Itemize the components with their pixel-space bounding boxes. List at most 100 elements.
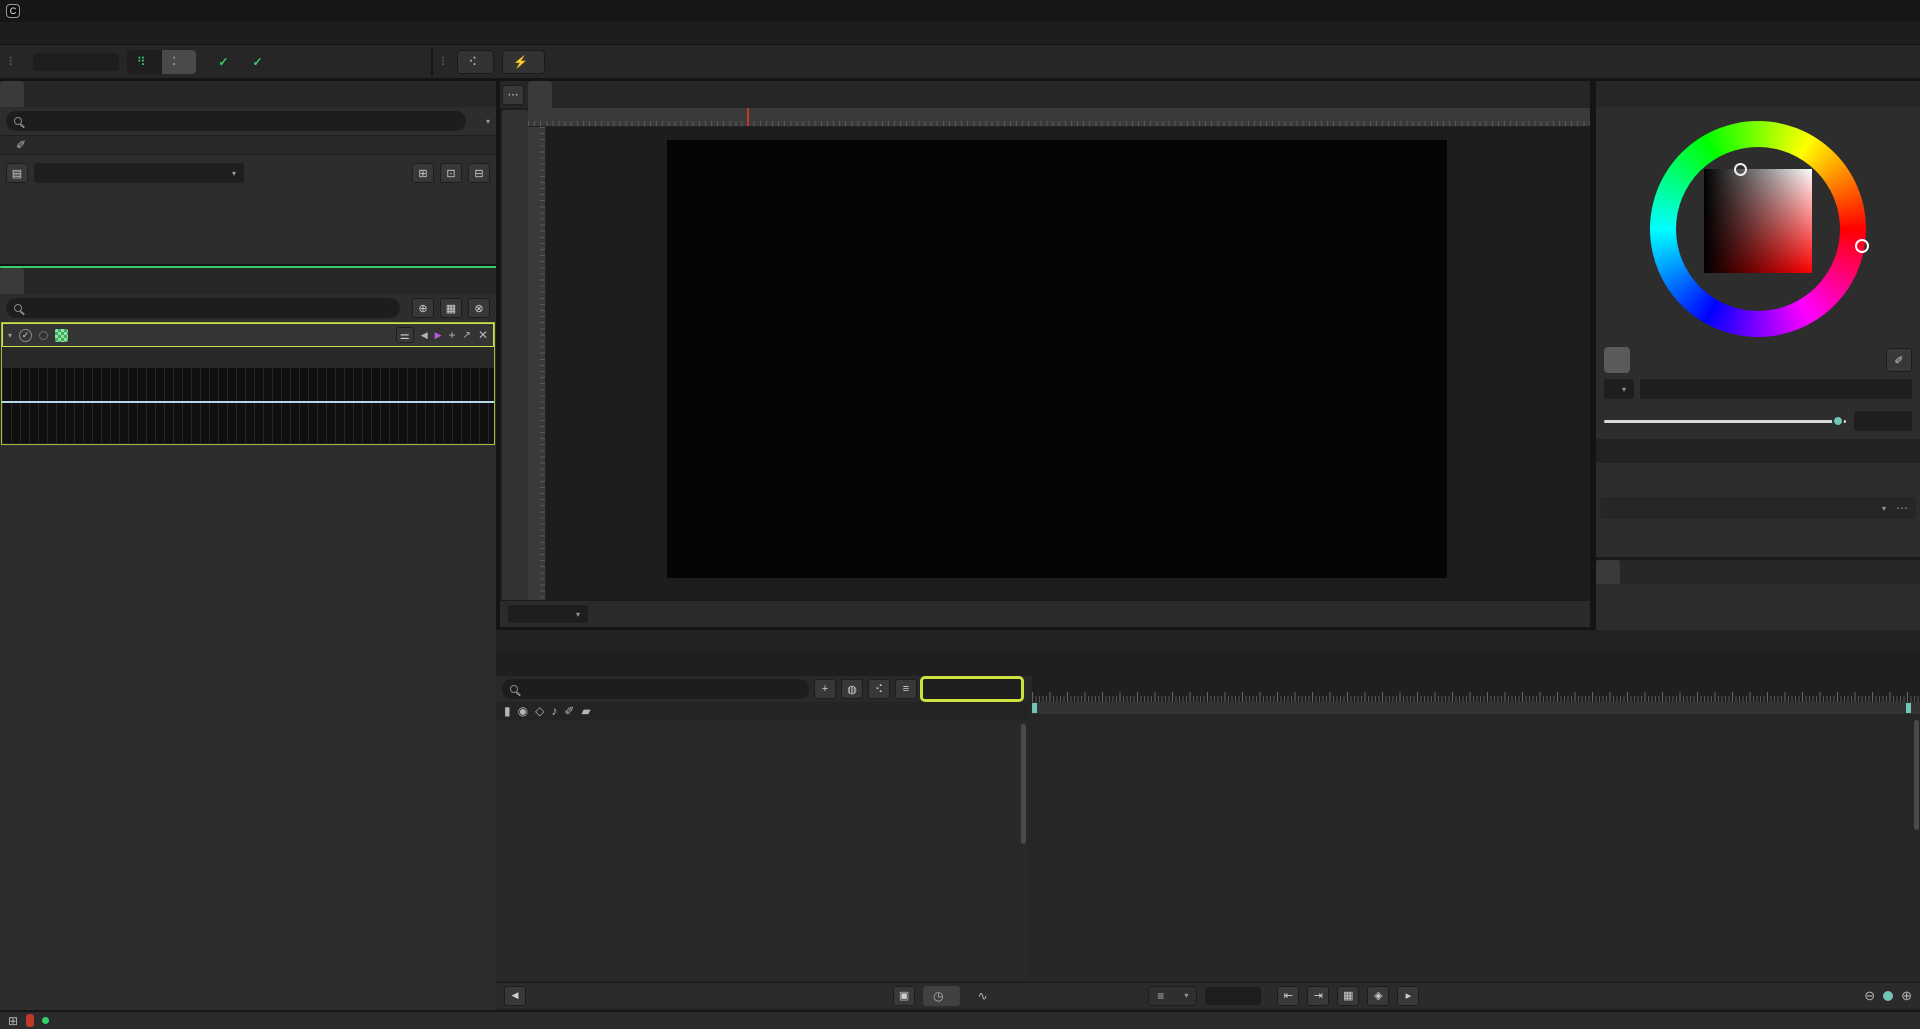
lightning-icon: ⚡ bbox=[513, 55, 528, 69]
pop-out-icon[interactable]: ↗ bbox=[463, 330, 471, 341]
keyframe-layer-dropdown[interactable]: ≡ ▾ bbox=[1148, 986, 1197, 1006]
chevron-down-icon[interactable]: ▾ bbox=[8, 331, 12, 340]
list-options-icon[interactable]: ≡ bbox=[895, 679, 917, 699]
time-editor-button[interactable]: ◷ bbox=[923, 986, 959, 1006]
sv-square[interactable] bbox=[1704, 169, 1812, 273]
color-panel: ✐ ▾ ▾ ⋯ bbox=[1596, 81, 1920, 648]
current-color-swatch bbox=[1604, 347, 1630, 373]
maximize-button[interactable] bbox=[1832, 0, 1872, 22]
reveal-icon[interactable]: ⊡ bbox=[440, 163, 462, 183]
viewport-panel: ⋯ ▾ bbox=[500, 81, 1590, 627]
minimize-button[interactable] bbox=[1784, 0, 1824, 22]
attribute-editor-panel: ⊕ ▦ ⊗ ▾ ✓ ⚌ ◀ ▶ + ↗ ✕ bbox=[0, 266, 496, 1010]
scene-scrollbar[interactable] bbox=[1021, 724, 1026, 844]
close-button[interactable] bbox=[1880, 0, 1920, 22]
project-set-dropdown[interactable]: ▾ bbox=[34, 163, 244, 183]
prev-node-icon[interactable]: ◀ bbox=[421, 330, 428, 341]
group-toggle-button[interactable]: ⠻ bbox=[127, 50, 162, 74]
layer-search-input[interactable] bbox=[502, 679, 809, 699]
timeline-ruler[interactable] bbox=[1032, 676, 1920, 702]
timeline-scrollbar[interactable] bbox=[1914, 720, 1919, 830]
composition-canvas[interactable] bbox=[667, 140, 1447, 578]
toolbar: ⠇ ⠻ ⠅ ✓ ✓ ⠇ ⠪ bbox=[0, 44, 1920, 80]
sv-handle[interactable] bbox=[1734, 163, 1747, 176]
align-keys-left-icon[interactable]: ⇤ bbox=[1277, 986, 1299, 1006]
alpha-slider[interactable] bbox=[1604, 420, 1846, 423]
hue-handle[interactable] bbox=[1855, 239, 1869, 253]
trash-icon[interactable]: ⊟ bbox=[468, 163, 490, 183]
scatter-filter-icon[interactable]: ⠪ bbox=[868, 679, 890, 699]
grid-snap-icon[interactable]: ▦ bbox=[1337, 986, 1359, 1006]
sort-order-dropdown[interactable]: ▾ bbox=[478, 117, 490, 126]
clear-search-icon[interactable]: ⊗ bbox=[468, 298, 490, 318]
add-layer-button[interactable]: + bbox=[814, 679, 836, 699]
node-enabled-checkbox[interactable]: ✓ bbox=[19, 329, 32, 342]
lock-column-icon: ▮ bbox=[504, 704, 511, 718]
dock-footer: ◀ ▣ ◷ ∿ ≡ ▾ ⇤ ⇥ bbox=[496, 982, 1920, 1008]
chevron-down-icon: ▾ bbox=[1622, 385, 1626, 394]
alpha-input[interactable] bbox=[1854, 411, 1912, 431]
asset-search-input[interactable] bbox=[6, 111, 466, 131]
attribute-editor-tab[interactable] bbox=[0, 268, 24, 294]
attribute-search-input[interactable] bbox=[6, 298, 400, 318]
title-bar: C bbox=[0, 0, 1920, 22]
layer-color-filter-icon[interactable]: ◍ bbox=[841, 679, 863, 699]
more-options-icon[interactable]: ⋯ bbox=[1896, 501, 1908, 515]
next-key-icon[interactable]: ▸ bbox=[1397, 986, 1419, 1006]
individual-icon: ⠅ bbox=[172, 55, 181, 69]
color-mode-dropdown[interactable]: ▾ bbox=[1604, 379, 1634, 399]
notification-badge[interactable] bbox=[26, 1014, 34, 1027]
align-tab[interactable] bbox=[1596, 560, 1620, 584]
new-folder-icon[interactable]: ⊞ bbox=[412, 163, 434, 183]
alpha-slider-handle[interactable] bbox=[1832, 415, 1844, 427]
zoom-out-timeline-icon[interactable]: ⊖ bbox=[1864, 988, 1875, 1004]
try-pro-button[interactable]: ⚡ bbox=[502, 50, 545, 74]
node-solo-radio[interactable] bbox=[39, 331, 48, 340]
footer-frame-input[interactable] bbox=[1205, 987, 1261, 1005]
project-folder-icon[interactable]: ▤ bbox=[6, 163, 28, 183]
viewport-bottom-bar: ▾ bbox=[500, 600, 1590, 627]
demo-scenes-button[interactable]: ⠪ bbox=[457, 50, 494, 74]
graph-icon: ∿ bbox=[978, 989, 988, 1003]
graph-editor-button[interactable]: ∿ bbox=[968, 986, 1004, 1006]
chevron-down-icon: ▾ bbox=[486, 117, 490, 126]
chevron-down-icon[interactable]: ▾ bbox=[1882, 504, 1886, 513]
list-icon: ≡ bbox=[1157, 989, 1164, 1003]
toolbar-drag-handle[interactable]: ⠇ bbox=[8, 55, 17, 69]
hex-input[interactable] bbox=[1640, 379, 1912, 399]
eyedropper-icon: ✐ bbox=[6, 138, 36, 152]
snap-angle-input[interactable] bbox=[33, 53, 119, 71]
work-area-start-handle[interactable] bbox=[1032, 703, 1037, 713]
dock-layout-icon[interactable]: ▣ bbox=[893, 986, 915, 1006]
chevron-down-icon: ▾ bbox=[576, 610, 580, 619]
collapse-panel-icon[interactable]: ◀ bbox=[504, 986, 526, 1006]
individual-toggle-button[interactable]: ⠅ bbox=[162, 50, 197, 74]
tool-column bbox=[502, 110, 528, 610]
layer-tools-checkbox[interactable]: ✓ bbox=[218, 55, 228, 69]
pin-icon[interactable]: + bbox=[449, 328, 456, 342]
assets-tab[interactable] bbox=[0, 81, 24, 107]
falloff-graph[interactable] bbox=[2, 368, 494, 444]
align-keys-right-icon[interactable]: ⇥ bbox=[1307, 986, 1329, 1006]
assets-panel: ▾ ✐ ▤ ▾ ⊞ ⊡ ⊟ bbox=[0, 81, 496, 264]
eyedropper-button[interactable]: ✐ bbox=[1886, 348, 1912, 372]
zoom-attribute-icon[interactable]: ⊕ bbox=[412, 298, 434, 318]
visibility-column-icon: ◉ bbox=[518, 704, 528, 718]
layout-icon[interactable]: ⚌ bbox=[396, 327, 414, 343]
key-shape-icon[interactable]: ◈ bbox=[1367, 986, 1389, 1006]
zoom-level-dropdown[interactable]: ▾ bbox=[508, 605, 588, 623]
next-node-icon[interactable]: ▶ bbox=[435, 330, 442, 341]
menu-bar bbox=[0, 22, 1920, 44]
attribute-node-header[interactable]: ▾ ✓ ⚌ ◀ ▶ + ↗ ✕ bbox=[2, 323, 494, 347]
filter-attribute-icon[interactable]: ▦ bbox=[440, 298, 462, 318]
work-area-end-handle[interactable] bbox=[1906, 703, 1911, 713]
close-node-icon[interactable]: ✕ bbox=[478, 328, 488, 342]
zoom-in-timeline-icon[interactable]: ⊕ bbox=[1901, 988, 1912, 1004]
viewport-panel-menu-icon[interactable]: ⋯ bbox=[502, 85, 524, 105]
viewport-tab-duplicator-blend[interactable] bbox=[528, 81, 552, 108]
current-frame-input[interactable] bbox=[922, 678, 1022, 700]
timeline-zoom-handle[interactable] bbox=[1883, 991, 1893, 1001]
status-grid-icon[interactable]: ⊞ bbox=[8, 1014, 18, 1028]
viewport-tool-help-checkbox[interactable]: ✓ bbox=[252, 55, 262, 69]
app-logo-icon: C bbox=[6, 4, 20, 18]
